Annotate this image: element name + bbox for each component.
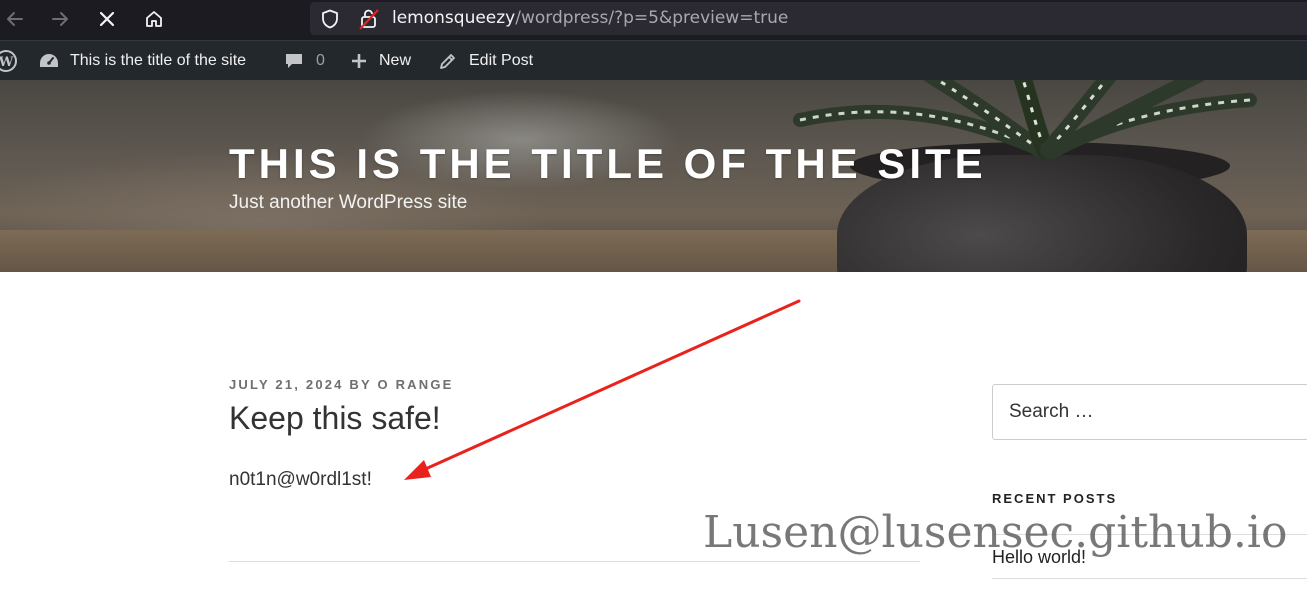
forward-icon bbox=[49, 8, 71, 30]
url-bar[interactable]: lemonsqueezy/wordpress/?p=5&preview=true bbox=[310, 2, 1307, 35]
wordpress-logo-icon: W bbox=[0, 49, 18, 73]
site-name-label: This is the title of the site bbox=[70, 52, 247, 69]
back-button[interactable] bbox=[0, 4, 30, 34]
admin-bar-site-name[interactable]: This is the title of the site bbox=[38, 41, 246, 81]
comment-bubble-icon bbox=[284, 51, 304, 71]
browser-toolbar: lemonsqueezy/wordpress/?p=5&preview=true bbox=[0, 0, 1307, 40]
home-button[interactable] bbox=[139, 4, 169, 34]
new-label: New bbox=[379, 52, 412, 69]
wordpress-logo-button[interactable]: W bbox=[0, 41, 18, 81]
admin-bar-edit-post[interactable]: Edit Post bbox=[438, 41, 533, 81]
site-description: Just another WordPress site bbox=[229, 192, 468, 213]
watermark: Lusen@lusensec.github.io bbox=[703, 507, 1288, 558]
svg-text:W: W bbox=[0, 55, 14, 70]
search-input[interactable] bbox=[992, 384, 1307, 440]
url-host: lemonsqueezy bbox=[392, 8, 516, 28]
annotation-arrow-line bbox=[419, 299, 801, 473]
back-icon bbox=[4, 8, 26, 30]
recent-posts-title: RECENT POSTS bbox=[992, 491, 1118, 506]
url-text[interactable]: lemonsqueezy/wordpress/?p=5&preview=true bbox=[392, 8, 788, 28]
home-icon bbox=[143, 8, 165, 30]
admin-bar-comments[interactable]: 0 bbox=[284, 41, 325, 81]
edit-post-label: Edit Post bbox=[469, 52, 534, 69]
pencil-icon bbox=[438, 51, 458, 71]
post-body: n0t1n@w0rdl1st! bbox=[229, 469, 372, 490]
dashboard-icon bbox=[38, 52, 60, 70]
post-separator bbox=[229, 561, 920, 562]
site-title[interactable]: THIS IS THE TITLE OF THE SITE bbox=[229, 140, 987, 188]
forward-button[interactable] bbox=[45, 4, 75, 34]
shield-icon[interactable] bbox=[319, 8, 341, 35]
url-path: /wordpress/?p=5&preview=true bbox=[515, 8, 789, 28]
site-header: THIS IS THE TITLE OF THE SITE Just anoth… bbox=[0, 80, 1307, 272]
admin-bar-new[interactable]: New bbox=[349, 41, 411, 81]
comments-count: 0 bbox=[316, 52, 325, 69]
stop-icon bbox=[96, 8, 118, 30]
post-title: Keep this safe! bbox=[229, 400, 441, 436]
plus-icon bbox=[349, 51, 369, 71]
stop-button[interactable] bbox=[92, 4, 122, 34]
wp-admin-bar: W This is the title of the site 0 New Ed… bbox=[0, 40, 1307, 80]
annotation-arrow-head bbox=[404, 460, 431, 480]
recent-posts-divider bbox=[992, 578, 1307, 579]
post-meta[interactable]: JULY 21, 2024 BY O RANGE bbox=[229, 377, 454, 392]
lock-warning-icon[interactable] bbox=[357, 7, 381, 36]
